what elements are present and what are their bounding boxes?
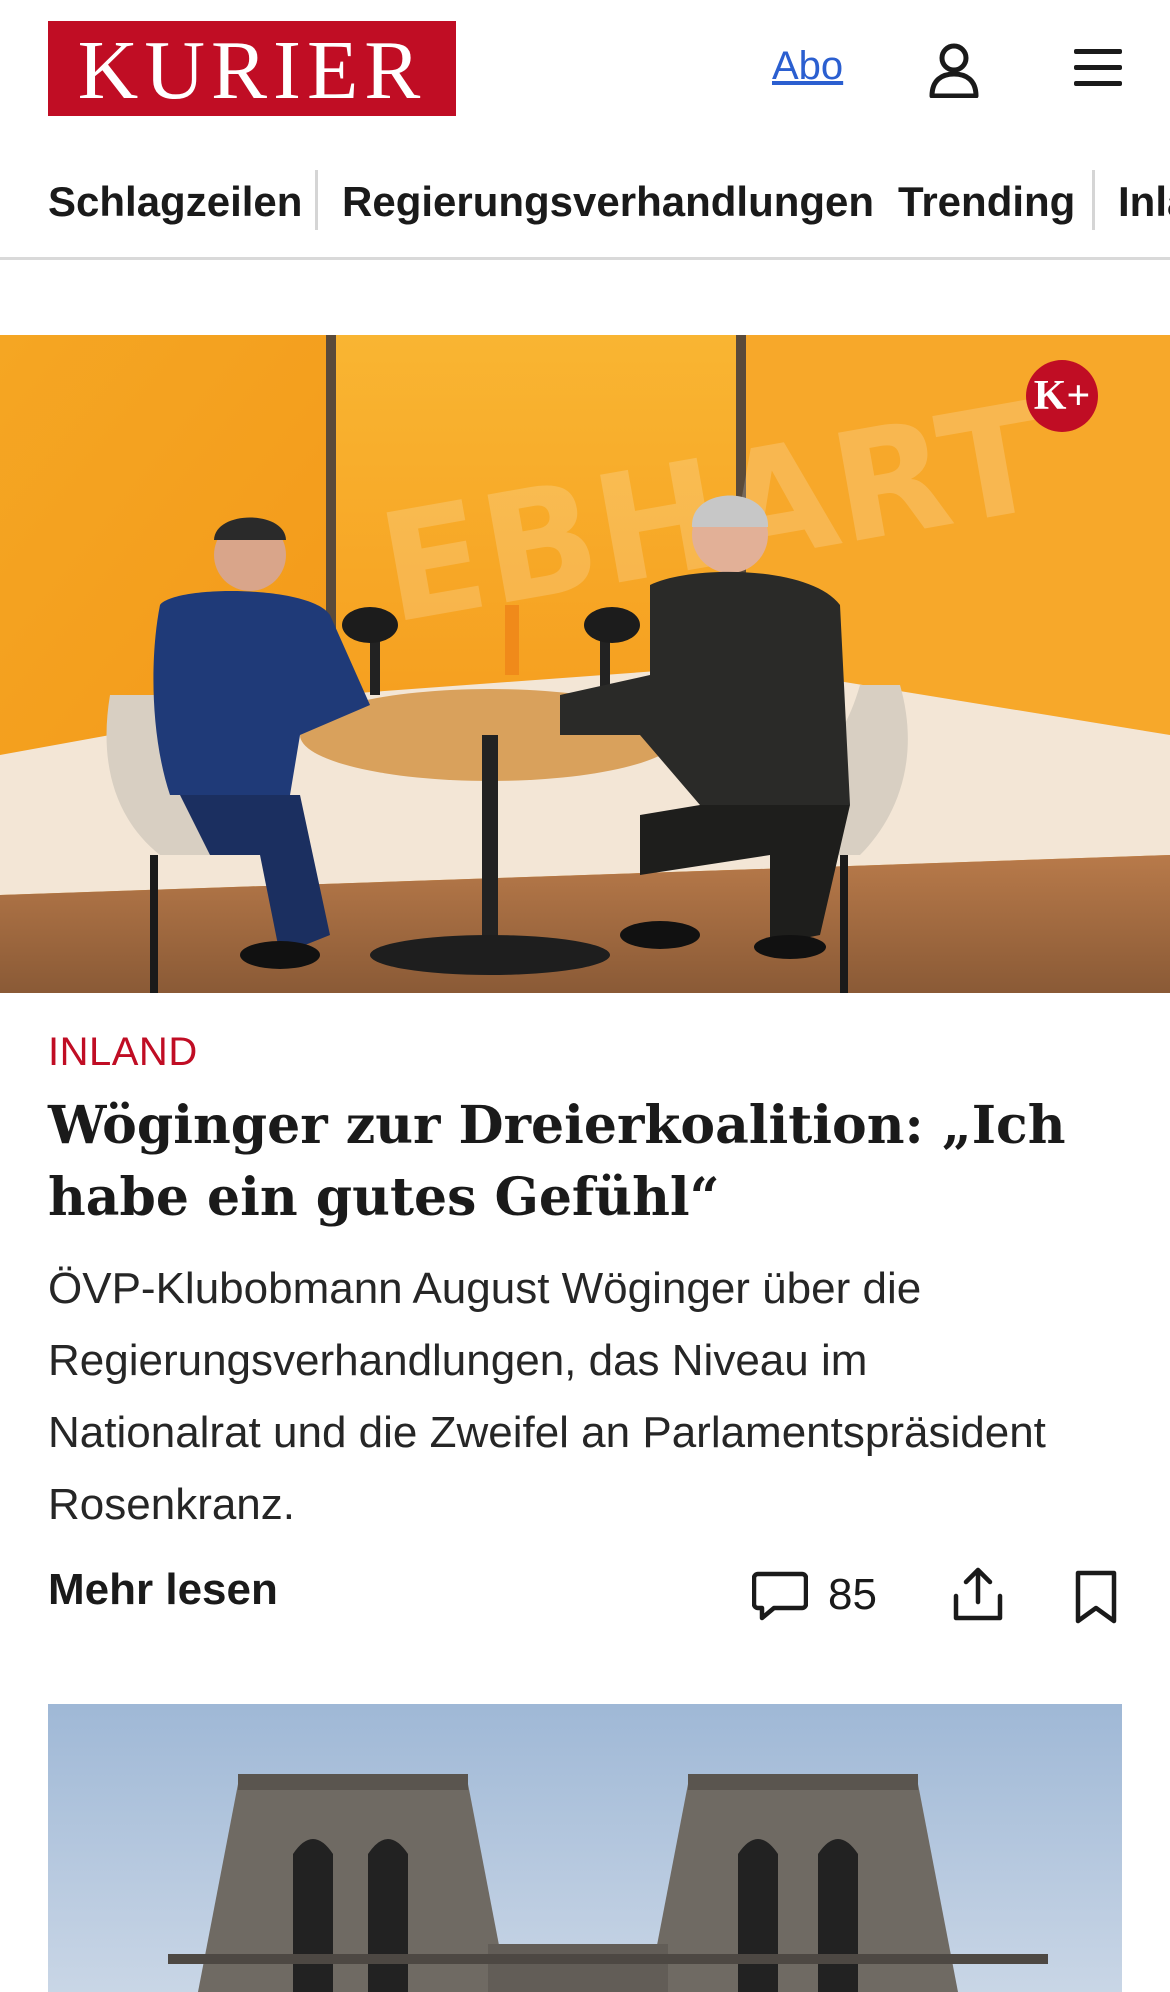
podcast-studio-photo: EBHART	[0, 335, 1170, 993]
site-header: KURIER Abo	[0, 0, 1170, 140]
share-icon[interactable]	[952, 1566, 1004, 1622]
user-icon[interactable]	[928, 42, 980, 98]
article-category[interactable]: INLAND	[48, 1030, 198, 1075]
article-headline[interactable]: Wöginger zur Dreierkoalition: „Ich habe …	[48, 1090, 1128, 1234]
nav-divider	[1092, 170, 1095, 230]
kurier-logo[interactable]: KURIER	[48, 21, 456, 116]
comment-icon[interactable]	[752, 1570, 808, 1622]
nav-item-schlagzeilen[interactable]: Schlagzeilen	[48, 178, 302, 226]
nav-item-trending[interactable]: Trending	[898, 178, 1075, 226]
cathedral-photo	[48, 1704, 1122, 1992]
nav-divider-line	[0, 257, 1170, 260]
abo-link[interactable]: Abo	[772, 44, 843, 89]
nav-divider	[315, 170, 318, 230]
section-nav: Schlagzeilen Regierungsverhandlungen Tre…	[0, 160, 1170, 260]
next-article-image[interactable]	[48, 1704, 1122, 1992]
k-plus-badge: K+	[1026, 360, 1098, 432]
logo-text: KURIER	[77, 23, 427, 117]
nav-item-regierungsverhandlungen[interactable]: Regierungsverhandlungen	[342, 178, 874, 226]
read-more-link[interactable]: Mehr lesen	[48, 1565, 278, 1615]
article-hero-image[interactable]: EBHART K+	[0, 335, 1170, 993]
article-teaser: ÖVP-Klubobmann August Wöginger über die …	[48, 1264, 1046, 1529]
bookmark-icon[interactable]	[1074, 1570, 1118, 1624]
nav-item-inland[interactable]: Inland	[1118, 178, 1170, 226]
menu-icon[interactable]	[1072, 46, 1124, 90]
comment-count[interactable]: 85	[828, 1570, 877, 1620]
